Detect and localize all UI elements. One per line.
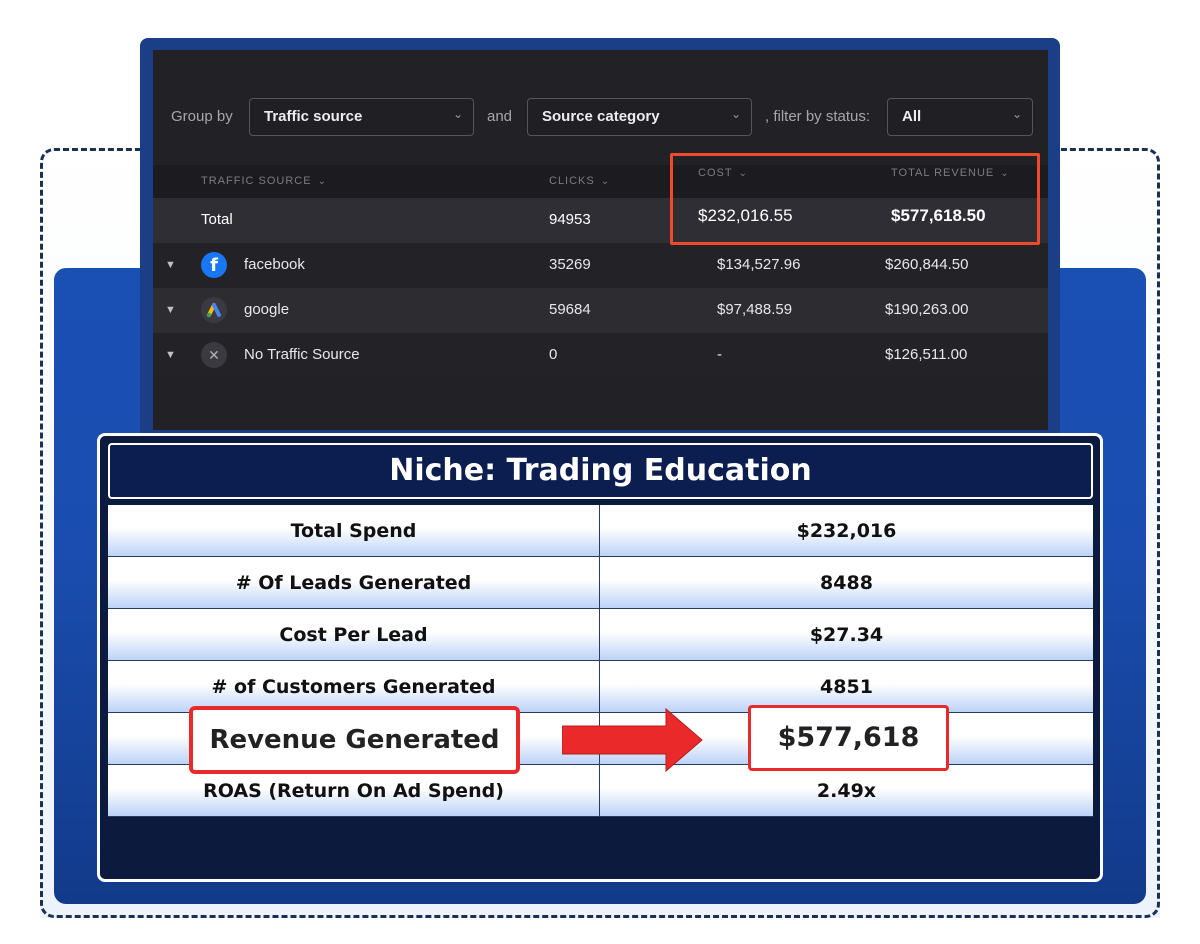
- row-clicks: 35269: [549, 256, 591, 273]
- summary-row: # Of Leads Generated 8488: [108, 557, 1093, 609]
- table-row[interactable]: ▼ google 59684 $97,488.59 $190,263.00: [153, 288, 1048, 333]
- column-traffic-source[interactable]: TRAFFIC SOURCE ⌄: [201, 175, 327, 187]
- cost-revenue-highlight: [670, 153, 1040, 245]
- row-name: Total: [201, 211, 233, 228]
- status-select[interactable]: All ⌄: [887, 98, 1033, 136]
- row-cost: $97,488.59: [717, 301, 793, 318]
- row-revenue: $126,511.00: [885, 346, 968, 363]
- column-label: TRAFFIC SOURCE: [201, 175, 312, 187]
- close-icon: ✕: [201, 342, 227, 368]
- and-label: and: [487, 108, 513, 125]
- summary-value: $232,016: [796, 520, 897, 542]
- chevron-down-icon: ⌄: [600, 176, 611, 187]
- summary-row: Total Spend $232,016: [108, 505, 1093, 557]
- summary-label: Cost Per Lead: [108, 609, 600, 661]
- row-revenue: $190,263.00: [885, 301, 969, 318]
- row-name: No Traffic Source: [244, 346, 360, 363]
- column-label: CLICKS: [549, 175, 595, 187]
- expand-caret-icon[interactable]: ▼: [165, 304, 176, 316]
- summary-label: Total Spend: [108, 505, 600, 557]
- revenue-generated-label: Revenue Generated: [189, 706, 520, 774]
- filter-bar: Group by Traffic source ⌄ and Source cat…: [153, 98, 1048, 138]
- google-ads-icon: [201, 297, 227, 323]
- summary-row: Cost Per Lead $27.34: [108, 609, 1093, 661]
- table-row[interactable]: ▼ f facebook 35269 $134,527.96 $260,844.…: [153, 243, 1048, 288]
- chevron-down-icon: ⌄: [1011, 107, 1022, 121]
- right-arrow-icon: [562, 708, 703, 772]
- filter-status-label: , filter by status:: [765, 108, 871, 125]
- expand-caret-icon[interactable]: ▼: [165, 349, 176, 361]
- revenue-generated-value: $577,618: [748, 705, 949, 771]
- row-cost: -: [717, 346, 722, 363]
- summary-value: $27.34: [809, 624, 884, 646]
- row-name: google: [244, 301, 290, 318]
- row-cost: $134,527.96: [717, 256, 801, 273]
- source-category-value: Source category: [542, 108, 660, 125]
- group-by-value: Traffic source: [264, 108, 363, 125]
- expand-caret-icon[interactable]: ▼: [165, 259, 176, 271]
- summary-label: # Of Leads Generated: [108, 557, 600, 609]
- table-row[interactable]: ▼ ✕ No Traffic Source 0 - $126,511.00: [153, 333, 1048, 378]
- summary-value: 8488: [820, 572, 873, 594]
- chevron-down-icon: ⌄: [730, 107, 741, 121]
- row-clicks: 59684: [549, 301, 591, 318]
- group-by-label: Group by: [171, 108, 233, 125]
- status-value: All: [902, 108, 922, 125]
- chevron-down-icon: ⌄: [452, 107, 463, 121]
- group-by-select[interactable]: Traffic source ⌄: [249, 98, 474, 136]
- row-clicks: 94953: [549, 211, 591, 228]
- row-revenue: $260,844.50: [885, 256, 969, 273]
- facebook-icon: f: [201, 252, 227, 278]
- source-category-select[interactable]: Source category ⌄: [527, 98, 752, 136]
- column-clicks[interactable]: CLICKS ⌄: [549, 175, 610, 187]
- row-name: facebook: [244, 256, 305, 273]
- summary-value: 2.49x: [816, 780, 877, 802]
- chevron-down-icon: ⌄: [317, 176, 327, 187]
- summary-title: Niche: Trading Education: [108, 443, 1093, 499]
- row-clicks: 0: [549, 346, 558, 363]
